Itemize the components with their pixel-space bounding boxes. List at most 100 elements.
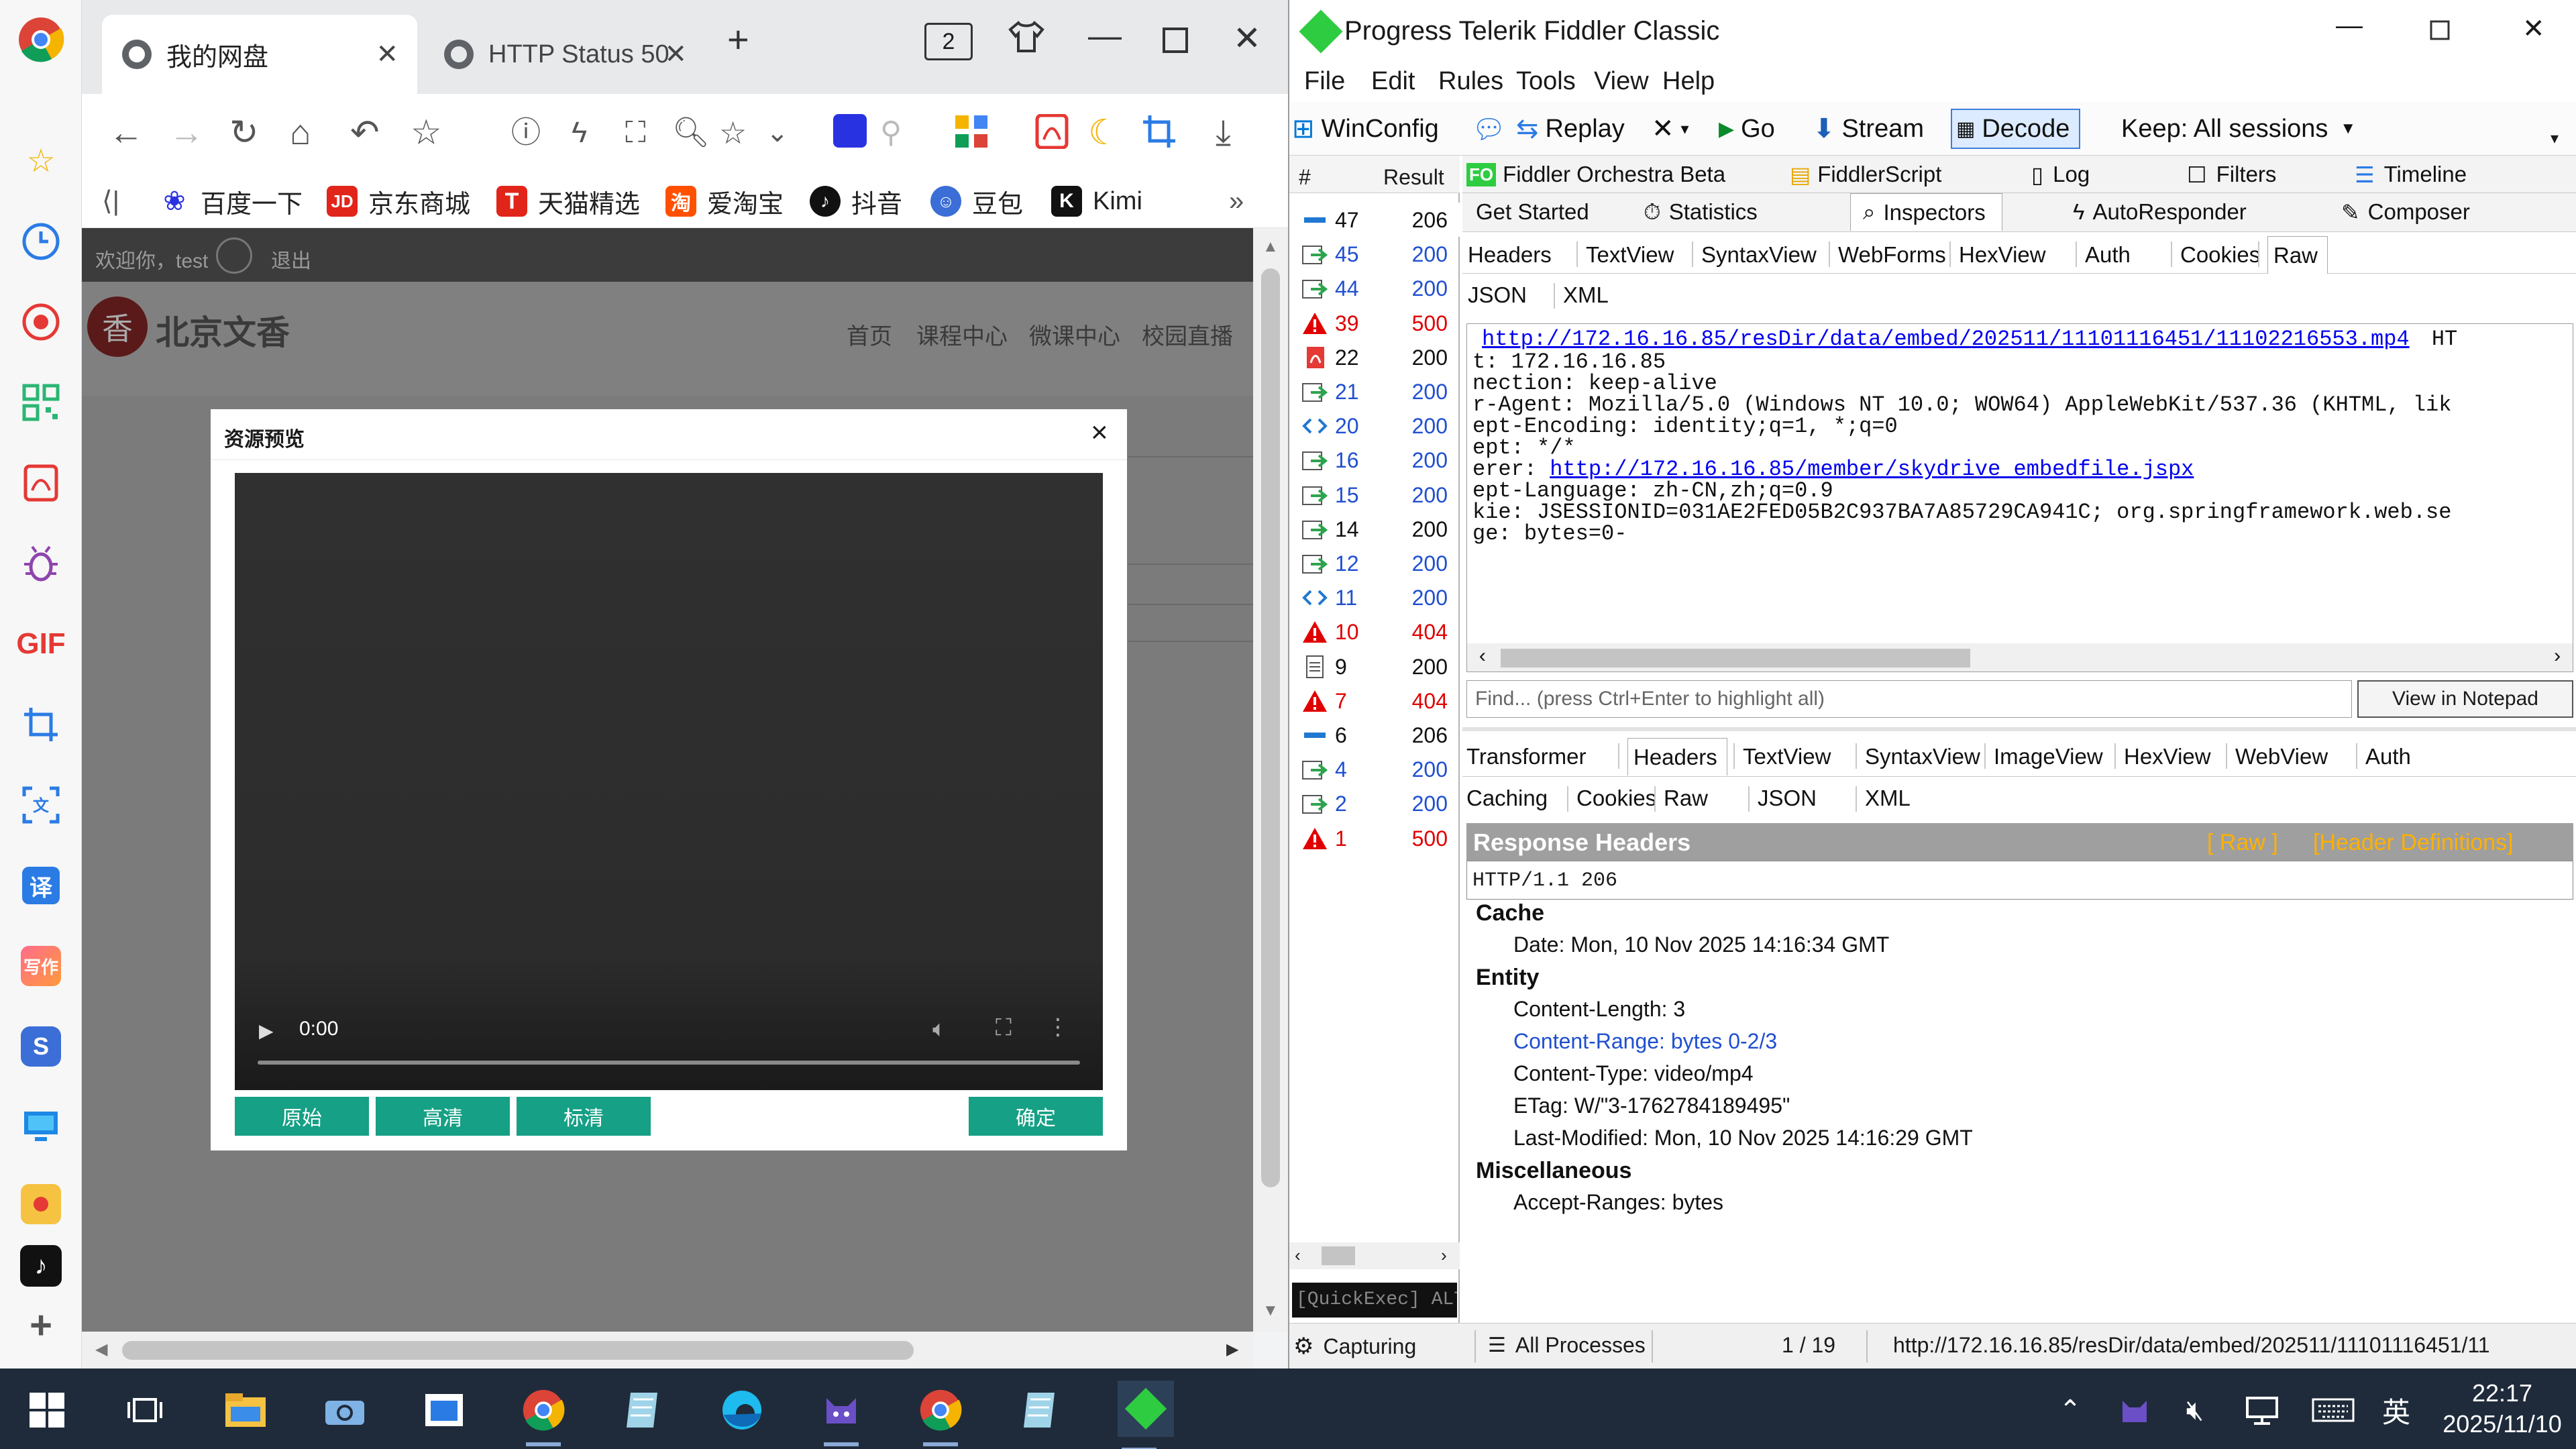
- network-icon[interactable]: [2241, 1389, 2284, 1432]
- bug-icon[interactable]: [17, 540, 64, 587]
- video-progress-bar[interactable]: [258, 1061, 1080, 1065]
- baidu-search-icon[interactable]: [833, 114, 867, 148]
- avatar[interactable]: [216, 237, 252, 274]
- close-window-icon[interactable]: ✕: [2522, 13, 2545, 44]
- header-group[interactable]: Miscellaneous: [1476, 1158, 1631, 1184]
- back-icon[interactable]: ←: [109, 114, 144, 152]
- decode-button[interactable]: ▦ Decode: [1951, 109, 2081, 149]
- info-icon[interactable]: ⓘ: [511, 114, 541, 152]
- toolbar-overflow-icon[interactable]: ▾: [2551, 129, 2559, 148]
- bookmark-douyin[interactable]: ♪ 抖音: [810, 182, 902, 220]
- tab-inspectors[interactable]: ⌕ Inspectors: [1850, 193, 2002, 231]
- session-row[interactable]: 7 404: [1289, 684, 1460, 718]
- bookmark-doubao[interactable]: ☺ 豆包: [930, 182, 1023, 220]
- menu-rules[interactable]: Rules: [1438, 67, 1503, 96]
- comment-icon[interactable]: 💬︎: [1472, 109, 1513, 149]
- chrome-app-icon[interactable]: [919, 1389, 962, 1446]
- night-mode-icon[interactable]: ☾: [1088, 114, 1120, 152]
- volume-muted-icon[interactable]: 🔇︎: [2174, 1389, 2216, 1432]
- tab-headers[interactable]: Headers: [1468, 236, 1552, 274]
- remote-desktop-icon[interactable]: [17, 1104, 64, 1150]
- tab-raw[interactable]: Raw: [1664, 780, 1708, 817]
- scroll-thumb[interactable]: [1501, 649, 1970, 667]
- tab-json[interactable]: JSON: [1468, 276, 1527, 314]
- view-in-notepad-button[interactable]: View in Notepad: [2357, 680, 2573, 718]
- session-row[interactable]: 16 200: [1289, 443, 1460, 477]
- nav-campus-live[interactable]: 校园直播: [1142, 318, 1233, 351]
- favorites-star-icon[interactable]: ☆: [17, 138, 64, 184]
- nav-home[interactable]: 首页: [847, 318, 892, 351]
- scroll-up-icon[interactable]: ▲: [1263, 237, 1279, 256]
- minimize-icon[interactable]: —: [1088, 16, 1122, 55]
- session-row[interactable]: 9 200: [1289, 649, 1460, 684]
- screenshot-frame-icon[interactable]: ⛶: [625, 114, 646, 152]
- go-button[interactable]: ▶ Go: [1719, 109, 1775, 149]
- replay-button[interactable]: ⇆ Replay: [1516, 109, 1625, 149]
- page-horizontal-scrollbar[interactable]: ◀ ▶: [82, 1332, 1253, 1368]
- tab-xml[interactable]: XML: [1865, 780, 1911, 817]
- header-definitions-link[interactable]: [Header Definitions]: [2313, 830, 2514, 856]
- home-icon[interactable]: ⌂: [290, 114, 311, 152]
- tab-textview[interactable]: TextView: [1743, 738, 1831, 775]
- session-row[interactable]: 1 500: [1289, 821, 1460, 855]
- scroll-right-icon[interactable]: ▶: [1226, 1340, 1238, 1359]
- start-windows-icon[interactable]: [25, 1389, 68, 1432]
- scroll-thumb[interactable]: [122, 1341, 914, 1360]
- header-item[interactable]: Content-Type: video/mp4: [1513, 1061, 1754, 1086]
- scroll-right-icon[interactable]: ›: [2551, 646, 2563, 669]
- scroll-down-icon[interactable]: ▼: [1263, 1301, 1279, 1320]
- file-explorer-icon[interactable]: [224, 1389, 267, 1432]
- store-app-icon[interactable]: [423, 1389, 466, 1432]
- tab-statistics[interactable]: ⏱︎ Statistics: [1644, 193, 1758, 231]
- bookmark-taobao[interactable]: 淘 爱淘宝: [665, 182, 784, 220]
- raw-hscrollbar[interactable]: ‹ ›: [1467, 643, 2573, 672]
- tab-timeline[interactable]: ☰ Timeline: [2355, 156, 2467, 193]
- header-group[interactable]: Entity: [1476, 965, 1539, 991]
- scroll-right-icon[interactable]: ›: [1441, 1245, 1447, 1266]
- tab-transformer[interactable]: Transformer: [1466, 738, 1586, 775]
- translate-scan-icon[interactable]: 文: [17, 782, 64, 828]
- session-row[interactable]: 10 404: [1289, 614, 1460, 649]
- nav-micro-course[interactable]: 微课中心: [1029, 318, 1120, 351]
- keep-sessions-dropdown[interactable]: Keep: All sessions ▼: [2121, 109, 2356, 149]
- maximize-icon[interactable]: [1162, 27, 1189, 60]
- gif-icon[interactable]: GIF: [16, 621, 65, 667]
- quality-hd-button[interactable]: 高清: [376, 1097, 510, 1136]
- session-row[interactable]: 4 200: [1289, 752, 1460, 786]
- session-row[interactable]: 21 200: [1289, 374, 1460, 409]
- session-row[interactable]: 14 200: [1289, 512, 1460, 546]
- volume-icon[interactable]: 🔈︎: [932, 1016, 946, 1042]
- tray-expand-icon[interactable]: ⌃: [2049, 1389, 2092, 1432]
- chrome-logo-icon[interactable]: [17, 16, 64, 63]
- more-bookmarks-icon[interactable]: »: [1229, 182, 1244, 220]
- logout-link[interactable]: 退出: [271, 244, 311, 274]
- collect-star-icon[interactable]: ☆: [719, 114, 747, 152]
- header-item[interactable]: Date: Mon, 10 Nov 2025 14:16:34 GMT: [1513, 932, 1889, 957]
- sessions-hscrollbar[interactable]: ‹ ›: [1289, 1242, 1460, 1269]
- sidebar-toggle-icon[interactable]: ⟨|: [102, 182, 119, 220]
- tab-textview[interactable]: TextView: [1586, 236, 1674, 274]
- tab-caching[interactable]: Caching: [1466, 780, 1548, 817]
- header-item[interactable]: Accept-Ranges: bytes: [1513, 1190, 1723, 1215]
- scroll-left-icon[interactable]: ‹: [1295, 1245, 1301, 1266]
- tab-get-started[interactable]: Get Started: [1476, 193, 1589, 231]
- tab-syntaxview[interactable]: SyntaxView: [1701, 236, 1817, 274]
- ime-indicator[interactable]: 英: [2375, 1389, 2418, 1432]
- pdf-toolbar-icon[interactable]: [1034, 113, 1069, 156]
- refresh-icon[interactable]: ↻: [229, 114, 259, 152]
- tab-auth[interactable]: Auth: [2365, 738, 2411, 775]
- crop-icon[interactable]: [17, 701, 64, 748]
- tab-cookies[interactable]: Cookies: [1576, 780, 1656, 817]
- dropdown-chevron-icon[interactable]: ⌄: [766, 114, 789, 152]
- request-url-link[interactable]: http://172.16.16.85/resDir/data/embed/20…: [1482, 327, 2410, 352]
- cat-app-icon[interactable]: [820, 1389, 863, 1446]
- tab-json[interactable]: JSON: [1758, 780, 1817, 817]
- new-tab-icon[interactable]: +: [727, 17, 749, 61]
- header-item[interactable]: Content-Length: 3: [1513, 997, 1685, 1022]
- tab-hexview[interactable]: HexView: [2124, 738, 2211, 775]
- session-row[interactable]: 12 200: [1289, 546, 1460, 580]
- tab-hexview[interactable]: HexView: [1959, 236, 2046, 274]
- stream-button[interactable]: ⬇ Stream: [1813, 109, 1924, 149]
- session-row[interactable]: 6 206: [1289, 718, 1460, 752]
- qr-code-icon[interactable]: [17, 379, 64, 426]
